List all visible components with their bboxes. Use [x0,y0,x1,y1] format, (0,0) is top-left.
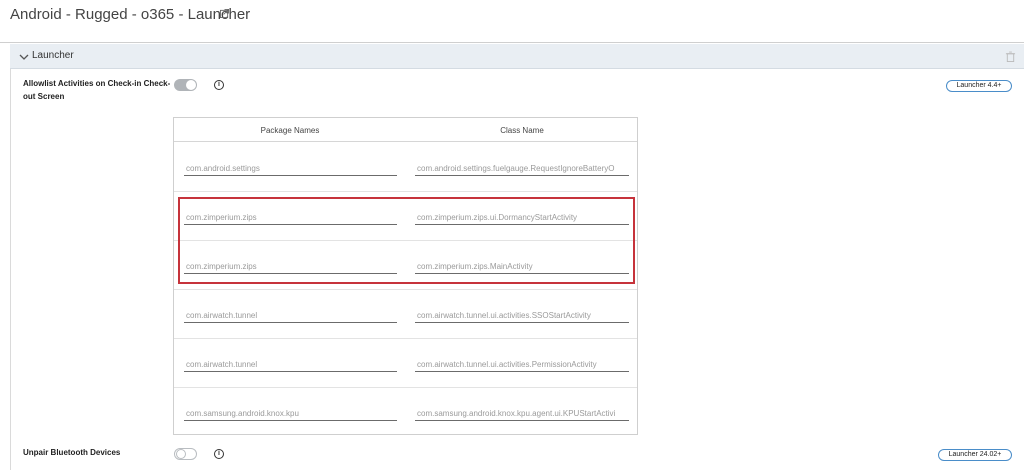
title-bar: Android - Rugged - o365 - Launcher [0,0,1024,43]
launcher-section-header[interactable]: Launcher [10,44,1024,69]
table-row: com.zimperium.zips com.zimperium.zips.ui… [174,192,637,241]
page-title: Android - Rugged - o365 - Launcher [10,6,251,23]
section-title: Launcher [32,50,74,61]
class-name-field[interactable]: com.android.settings.fuelgauge.RequestIg… [415,164,629,176]
table-row: com.samsung.android.knox.kpu com.samsung… [174,388,637,437]
class-name-field[interactable]: com.airwatch.tunnel.ui.activities.Permis… [415,360,629,372]
table-header: Package Names Class Name [174,118,637,142]
allowlist-toggle[interactable] [174,79,197,91]
table-row: com.android.settings com.android.setting… [174,143,637,192]
allowlist-label: Allowlist Activities on Check-in Check-o… [23,79,171,101]
column-header-package: Package Names [260,126,320,135]
external-link-icon[interactable] [220,9,229,18]
package-name-field[interactable]: com.airwatch.tunnel [184,311,397,323]
package-name-field[interactable]: com.airwatch.tunnel [184,360,397,372]
table-row: com.airwatch.tunnel com.airwatch.tunnel.… [174,290,637,339]
info-icon[interactable]: i [214,449,224,459]
package-name-field[interactable]: com.samsung.android.knox.kpu [184,409,397,421]
class-name-field[interactable]: com.zimperium.zips.ui.DormancyStartActiv… [415,213,629,225]
info-icon[interactable]: i [214,80,224,90]
chevron-down-icon[interactable] [19,52,29,62]
trash-icon[interactable] [1005,51,1016,62]
allowlist-table: Package Names Class Name com.android.set… [173,117,638,435]
class-name-field[interactable]: com.airwatch.tunnel.ui.activities.SSOSta… [415,311,629,323]
package-name-field[interactable]: com.zimperium.zips [184,213,397,225]
toggle-knob [186,80,196,90]
unpair-bluetooth-toggle[interactable] [174,448,197,460]
toggle-knob [176,449,186,459]
package-name-field[interactable]: com.android.settings [184,164,397,176]
class-name-field[interactable]: com.samsung.android.knox.kpu.agent.ui.KP… [415,409,629,421]
unpair-bluetooth-label: Unpair Bluetooth Devices [23,448,121,457]
table-row: com.zimperium.zips com.zimperium.zips.Ma… [174,241,637,290]
table-row: com.airwatch.tunnel com.airwatch.tunnel.… [174,339,637,388]
version-badge: Launcher 24.02+ [938,449,1012,461]
version-badge: Launcher 4.4+ [946,80,1012,92]
class-name-field[interactable]: com.zimperium.zips.MainActivity [415,262,629,274]
column-header-class: Class Name [500,126,544,135]
package-name-field[interactable]: com.zimperium.zips [184,262,397,274]
